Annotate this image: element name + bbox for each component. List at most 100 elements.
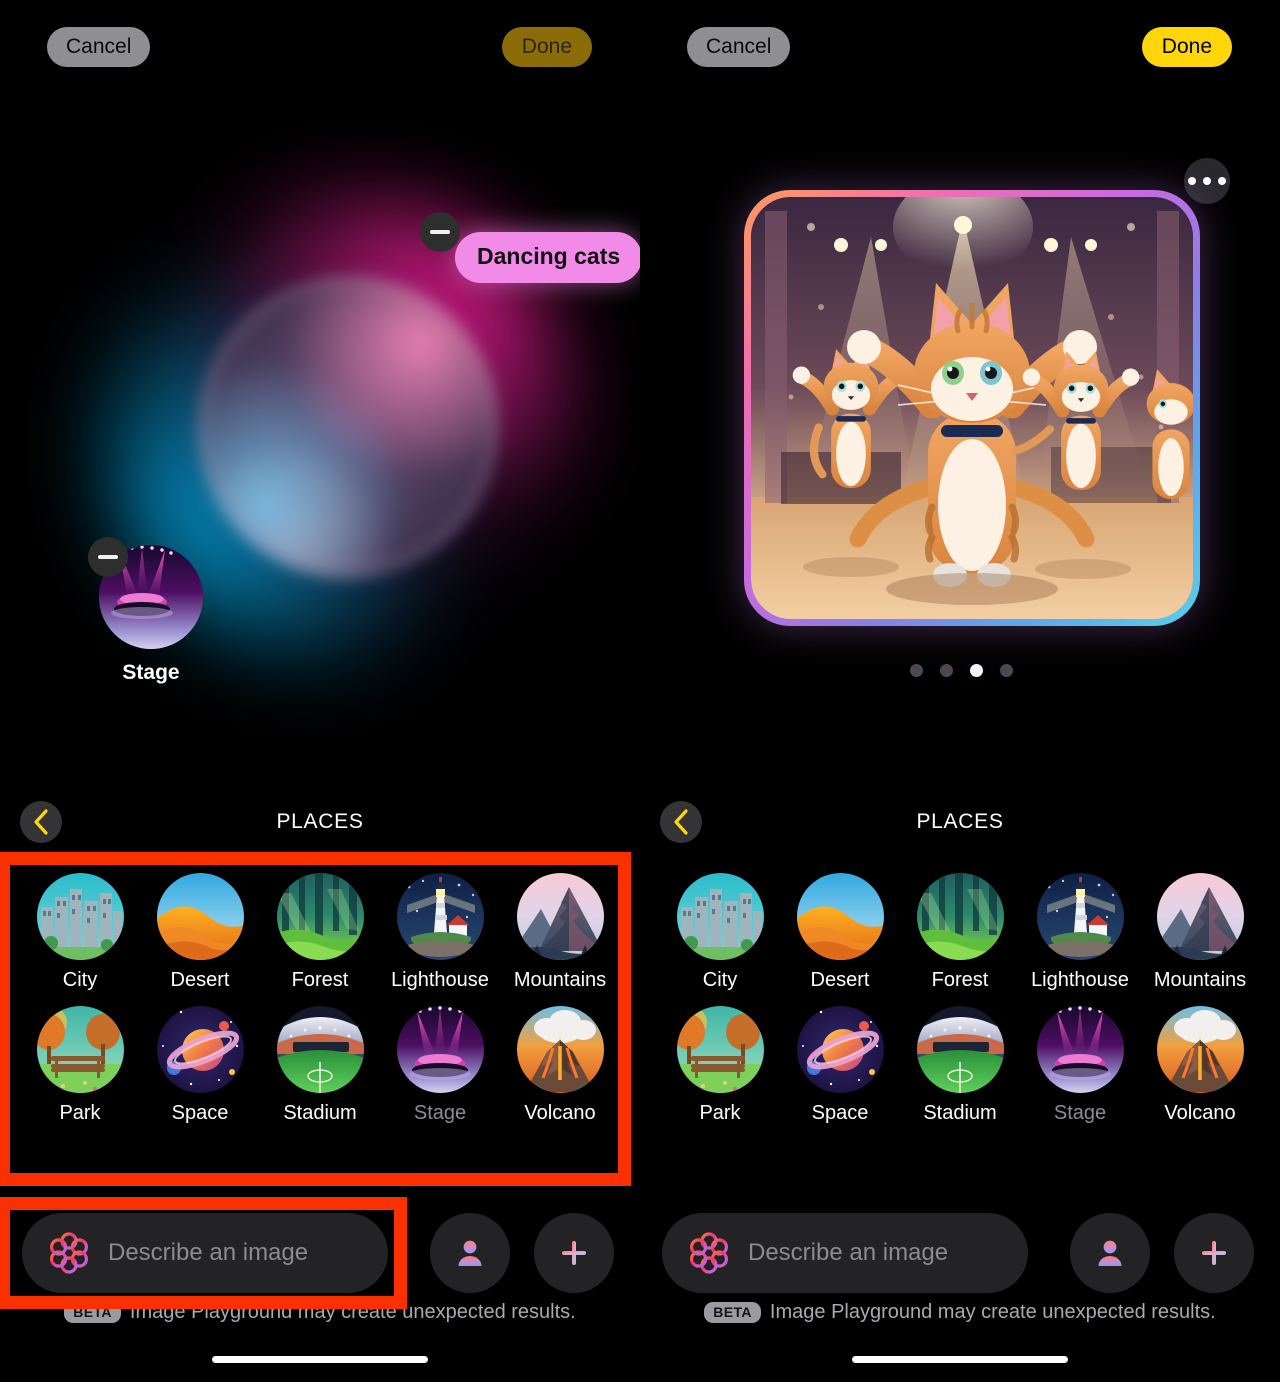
space-thumbnail xyxy=(796,1006,884,1093)
place-item-label: Stage xyxy=(1053,1102,1107,1124)
input-bar-right: Describe an image xyxy=(640,1213,1280,1293)
lighthouse-thumbnail xyxy=(1036,873,1124,960)
concept-chip-remove-icon[interactable] xyxy=(88,537,128,577)
desert-thumbnail xyxy=(796,873,884,960)
home-indicator xyxy=(852,1356,1068,1363)
place-item-label: Stadium xyxy=(923,1102,997,1124)
place-item-city[interactable]: City xyxy=(20,873,140,992)
apple-intelligence-icon xyxy=(686,1230,732,1276)
place-item-city[interactable]: City xyxy=(660,873,780,992)
add-button[interactable] xyxy=(1174,1213,1254,1293)
place-item-space[interactable]: Space xyxy=(780,1006,900,1125)
place-item-label: Mountains xyxy=(1153,969,1247,991)
mountains-thumbnail xyxy=(1156,873,1244,960)
places-section-right: PLACES City Desert Forest Lighthouse Mountai… xyxy=(640,795,1280,1125)
place-item-volcano[interactable]: Volcano xyxy=(1140,1006,1260,1125)
plus-icon xyxy=(1202,1241,1226,1265)
place-item-label: Volcano xyxy=(524,1102,596,1124)
done-button[interactable]: Done xyxy=(501,27,592,67)
place-item-label: Lighthouse xyxy=(391,969,489,991)
prompt-chip-remove-icon[interactable] xyxy=(420,212,460,252)
place-item-mountains[interactable]: Mountains xyxy=(1140,873,1260,992)
places-header: PLACES xyxy=(640,795,1280,857)
top-bar-left: Cancel Done xyxy=(0,0,640,95)
place-item-park[interactable]: Park xyxy=(20,1006,140,1125)
park-thumbnail xyxy=(676,1006,764,1093)
top-bar-right: Cancel Done xyxy=(640,0,1280,95)
place-item-space[interactable]: Space xyxy=(140,1006,260,1125)
back-button[interactable] xyxy=(20,801,62,843)
done-button[interactable]: Done xyxy=(1141,27,1232,67)
space-thumbnail xyxy=(156,1006,244,1093)
plus-icon xyxy=(562,1241,586,1265)
place-item-label: Forest xyxy=(291,969,349,991)
chevron-left-icon xyxy=(34,809,48,835)
place-item-lighthouse[interactable]: Lighthouse xyxy=(380,873,500,992)
stage-thumbnail xyxy=(396,1006,484,1093)
place-item-stadium[interactable]: Stadium xyxy=(260,1006,380,1125)
forest-thumbnail xyxy=(276,873,364,960)
footer-left: BETA Image Playground may create unexpec… xyxy=(0,1300,640,1324)
places-grid: City Desert Forest Lighthouse Mountains Park S… xyxy=(0,857,640,1125)
footer-disclaimer: Image Playground may create unexpected r… xyxy=(769,1301,1216,1323)
ellipsis-icon xyxy=(1188,177,1196,185)
place-item-forest[interactable]: Forest xyxy=(900,873,1020,992)
place-item-label: Volcano xyxy=(1164,1102,1236,1124)
place-item-label: Desert xyxy=(810,969,870,991)
concept-chip-label: Stage xyxy=(122,661,180,684)
generated-image-card[interactable] xyxy=(744,190,1200,626)
preview-canvas-left xyxy=(0,95,640,795)
back-button[interactable] xyxy=(660,801,702,843)
people-button[interactable] xyxy=(430,1213,510,1293)
page-dot[interactable] xyxy=(970,664,983,677)
prompt-chip[interactable]: Dancing cats xyxy=(455,232,640,283)
cancel-button[interactable]: Cancel xyxy=(687,27,791,67)
place-item-stage[interactable]: Stage xyxy=(1020,1006,1140,1125)
place-item-volcano[interactable]: Volcano xyxy=(500,1006,620,1125)
place-item-stage[interactable]: Stage xyxy=(380,1006,500,1125)
places-title: PLACES xyxy=(916,810,1004,833)
describe-image-placeholder: Describe an image xyxy=(748,1239,949,1266)
places-header: PLACES xyxy=(0,795,640,857)
place-item-label: Mountains xyxy=(513,969,607,991)
page-dots[interactable] xyxy=(910,664,1013,677)
stadium-thumbnail xyxy=(916,1006,1004,1093)
place-item-label: Desert xyxy=(170,969,230,991)
people-button[interactable] xyxy=(1070,1213,1150,1293)
place-item-mountains[interactable]: Mountains xyxy=(500,873,620,992)
place-item-desert[interactable]: Desert xyxy=(780,873,900,992)
dancing-cats-on-stage xyxy=(751,197,1193,619)
person-icon xyxy=(458,1240,482,1266)
ellipsis-icon xyxy=(1218,177,1226,185)
place-item-label: Park xyxy=(699,1102,741,1124)
page-dot[interactable] xyxy=(1000,664,1013,677)
city-thumbnail xyxy=(676,873,764,960)
apple-intelligence-icon xyxy=(46,1230,92,1276)
places-section-left: PLACES City Desert Forest Lighthouse Mountai… xyxy=(0,795,640,1125)
place-item-stadium[interactable]: Stadium xyxy=(900,1006,1020,1125)
page-dot[interactable] xyxy=(910,664,923,677)
place-item-lighthouse[interactable]: Lighthouse xyxy=(1020,873,1140,992)
place-item-label: Space xyxy=(171,1102,229,1124)
describe-image-input[interactable]: Describe an image xyxy=(22,1213,388,1293)
place-item-park[interactable]: Park xyxy=(660,1006,780,1125)
volcano-thumbnail xyxy=(1156,1006,1244,1093)
describe-image-placeholder: Describe an image xyxy=(108,1239,309,1266)
cancel-button[interactable]: Cancel xyxy=(47,27,151,67)
place-item-label: Stage xyxy=(413,1102,467,1124)
place-item-label: City xyxy=(62,969,98,991)
describe-image-input[interactable]: Describe an image xyxy=(662,1213,1028,1293)
person-icon xyxy=(1098,1240,1122,1266)
place-item-forest[interactable]: Forest xyxy=(260,873,380,992)
home-indicator xyxy=(212,1356,428,1363)
stage-thumbnail xyxy=(1036,1006,1124,1093)
place-item-label: Lighthouse xyxy=(1031,969,1129,991)
add-button[interactable] xyxy=(534,1213,614,1293)
place-item-label: Forest xyxy=(931,969,989,991)
input-bar-left: Describe an image xyxy=(0,1213,640,1293)
ellipsis-icon xyxy=(1203,177,1211,185)
park-thumbnail xyxy=(36,1006,124,1093)
place-item-desert[interactable]: Desert xyxy=(140,873,260,992)
chevron-left-icon xyxy=(674,809,688,835)
page-dot[interactable] xyxy=(940,664,953,677)
